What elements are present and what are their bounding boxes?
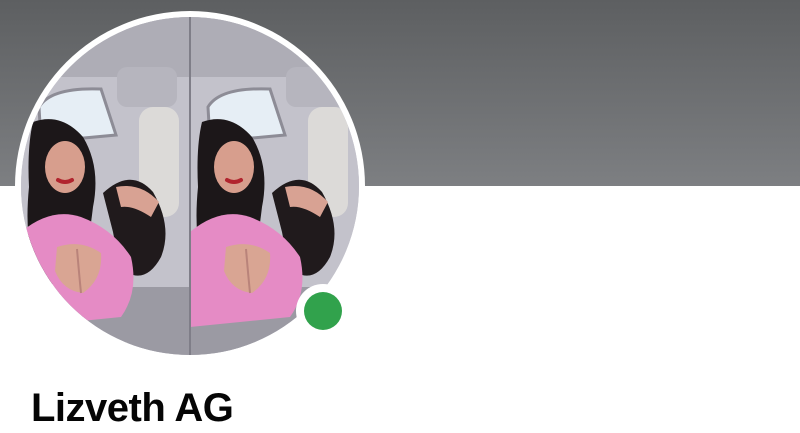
- active-status-indicator: [296, 284, 350, 338]
- profile-picture-frame[interactable]: [15, 11, 365, 361]
- profile-name: Lizveth AG: [31, 386, 234, 430]
- online-status-dot: [304, 292, 342, 330]
